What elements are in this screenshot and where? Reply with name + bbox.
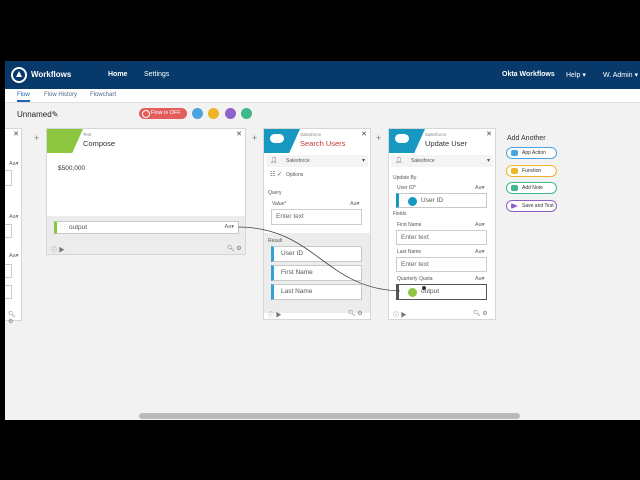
horizontal-scrollbar[interactable] [139,413,520,419]
note-icon [511,185,518,191]
add-function-button[interactable]: Function [506,165,557,177]
play-icon [511,203,518,209]
add-note-button[interactable]: Add Note [506,182,557,194]
add-another-title: Add Another [507,135,546,142]
add-app-action-button[interactable]: App Action [506,147,557,159]
workflows-screen: Workflows Home Settings Okta Workflows H… [5,61,640,420]
connector-line [237,226,426,292]
function-icon [511,168,518,174]
save-and-test-button[interactable]: Save and Test [506,200,557,212]
cloud-icon [511,150,518,156]
